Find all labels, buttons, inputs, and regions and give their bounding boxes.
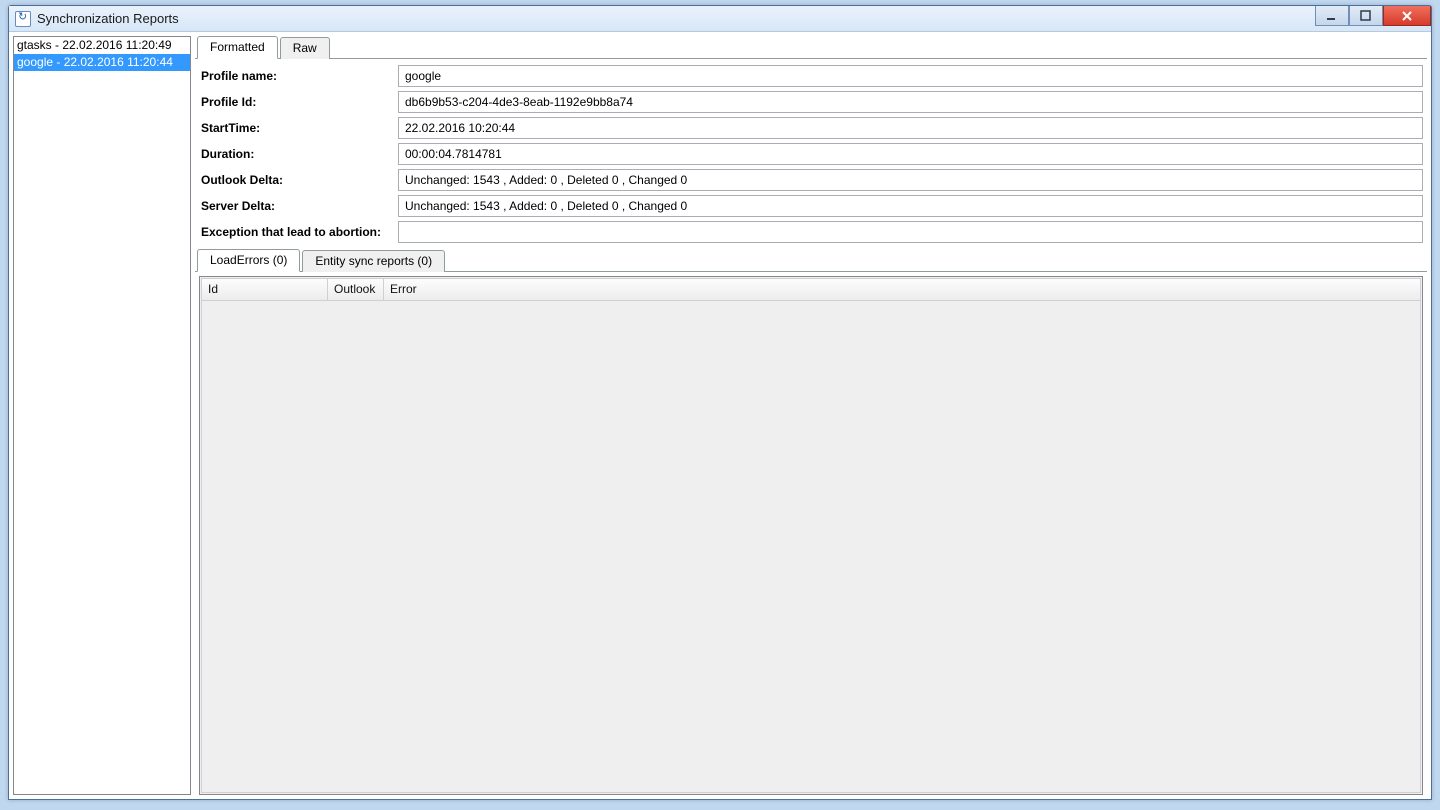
- sub-tabs: LoadErrors (0) Entity sync reports (0): [195, 249, 1427, 272]
- label-profile-name: Profile name:: [199, 69, 394, 83]
- value-duration[interactable]: 00:00:04.7814781: [398, 143, 1423, 165]
- value-server-delta[interactable]: Unchanged: 1543 , Added: 0 , Deleted 0 ,…: [398, 195, 1423, 217]
- app-icon: [15, 11, 31, 27]
- main-window: Synchronization Reports gtasks - 22.02.2…: [8, 5, 1432, 800]
- maximize-button[interactable]: [1349, 6, 1383, 26]
- titlebar[interactable]: Synchronization Reports: [9, 6, 1431, 32]
- window-title: Synchronization Reports: [37, 11, 179, 26]
- client-area: gtasks - 22.02.2016 11:20:49 google - 22…: [9, 32, 1431, 799]
- label-server-delta: Server Delta:: [199, 199, 394, 213]
- value-exception[interactable]: [398, 221, 1423, 243]
- column-header-id[interactable]: Id: [202, 279, 328, 300]
- value-profile-id[interactable]: db6b9b53-c204-4de3-8eab-1192e9bb8a74: [398, 91, 1423, 113]
- column-header-error[interactable]: Error: [384, 279, 434, 300]
- data-grid[interactable]: Id Outlook Error: [201, 278, 1421, 793]
- label-start-time: StartTime:: [199, 121, 394, 135]
- close-button[interactable]: [1383, 6, 1431, 26]
- label-outlook-delta: Outlook Delta:: [199, 173, 394, 187]
- label-profile-id: Profile Id:: [199, 95, 394, 109]
- list-item[interactable]: google - 22.02.2016 11:20:44: [14, 54, 190, 71]
- details-grid: Profile name: google Profile Id: db6b9b5…: [195, 59, 1427, 247]
- label-exception: Exception that lead to abortion:: [199, 225, 394, 239]
- value-profile-name[interactable]: google: [398, 65, 1423, 87]
- reports-list[interactable]: gtasks - 22.02.2016 11:20:49 google - 22…: [13, 36, 191, 795]
- column-header-outlook[interactable]: Outlook: [328, 279, 384, 300]
- value-outlook-delta[interactable]: Unchanged: 1543 , Added: 0 , Deleted 0 ,…: [398, 169, 1423, 191]
- tab-raw[interactable]: Raw: [280, 37, 330, 59]
- minimize-button[interactable]: [1315, 6, 1349, 26]
- grid-container: Id Outlook Error: [199, 276, 1423, 795]
- tab-formatted[interactable]: Formatted: [197, 36, 278, 59]
- grid-header: Id Outlook Error: [202, 279, 1420, 301]
- window-controls: [1315, 6, 1431, 26]
- tab-load-errors[interactable]: LoadErrors (0): [197, 249, 300, 272]
- list-item[interactable]: gtasks - 22.02.2016 11:20:49: [14, 37, 190, 54]
- right-pane: Formatted Raw Profile name: google Profi…: [195, 36, 1427, 795]
- value-start-time[interactable]: 22.02.2016 10:20:44: [398, 117, 1423, 139]
- grid-body[interactable]: [202, 301, 1420, 792]
- view-tabs: Formatted Raw: [195, 36, 1427, 59]
- tab-entity-sync-reports[interactable]: Entity sync reports (0): [302, 250, 445, 272]
- label-duration: Duration:: [199, 147, 394, 161]
